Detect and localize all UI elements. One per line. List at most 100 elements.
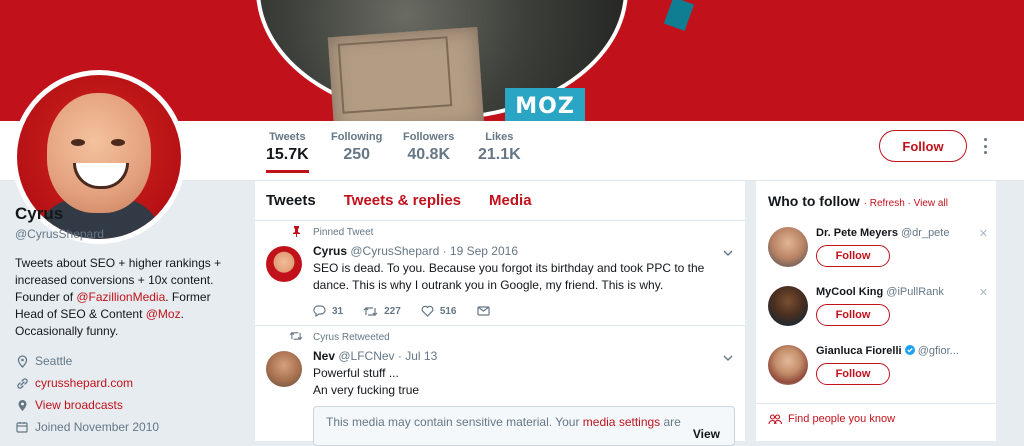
website-link[interactable]: cyrusshepard.com xyxy=(35,376,133,390)
link-icon xyxy=(15,376,29,390)
banner-lanyard xyxy=(663,0,695,31)
suggestion-follow-button[interactable]: Follow xyxy=(816,304,890,326)
profile-card: Cyrus @CyrusShepard Tweets about SEO + h… xyxy=(15,200,240,434)
tweet-date[interactable]: · Jul 13 xyxy=(398,349,437,363)
suggestion-follow-button[interactable]: Follow xyxy=(816,245,890,267)
tweet-header: Cyrus @CyrusShepard · 19 Sep 2016 xyxy=(313,244,518,258)
profile-location: Seattle xyxy=(15,354,240,368)
stat-likes[interactable]: Likes 21.1K xyxy=(478,131,521,164)
stat-label: Likes xyxy=(485,131,514,143)
like-button[interactable]: 516 xyxy=(421,305,457,317)
suggestion-follow-button[interactable]: Follow xyxy=(816,363,890,385)
stat-value: 40.8K xyxy=(407,146,451,163)
reply-icon xyxy=(313,305,326,317)
tweet-text: SEO is dead. To you. Because you forgot … xyxy=(313,261,705,292)
follow-button[interactable]: Follow xyxy=(879,130,967,162)
chevron-down-icon[interactable] xyxy=(723,352,733,364)
profile-bio: Tweets about SEO + higher rankings + inc… xyxy=(15,255,240,340)
chevron-down-icon[interactable] xyxy=(723,247,733,259)
suggestion-name[interactable]: MyCool King @iPullRank xyxy=(816,286,944,298)
stat-label: Following xyxy=(331,131,383,143)
tweet-author-handle[interactable]: @LFCNev xyxy=(338,349,394,363)
find-people-text: Find people you know xyxy=(788,413,896,425)
profile-handle[interactable]: @CyrusShepard xyxy=(15,227,240,241)
more-options-icon[interactable] xyxy=(982,138,988,154)
heart-icon xyxy=(421,305,434,317)
tweet-avatar[interactable] xyxy=(266,351,302,387)
tweet-date[interactable]: · 19 Sep 2016 xyxy=(443,244,518,258)
location-pin-icon xyxy=(15,354,29,368)
sensitive-text: This media may contain sensitive materia… xyxy=(326,415,583,429)
suggestion-avatar[interactable] xyxy=(768,286,808,326)
media-settings-link[interactable]: media settings xyxy=(583,415,660,429)
stat-value: 250 xyxy=(343,146,371,163)
dismiss-icon[interactable]: ✕ xyxy=(979,227,988,240)
sensitive-text: are xyxy=(660,415,681,429)
retweet-icon xyxy=(363,306,378,316)
tab-tweets-replies[interactable]: Tweets & replies xyxy=(344,192,461,209)
direct-message-button[interactable] xyxy=(476,305,496,317)
suggestion-name[interactable]: Dr. Pete Meyers @dr_pete xyxy=(816,227,949,239)
profile-name[interactable]: Cyrus xyxy=(15,204,240,224)
calendar-icon xyxy=(15,420,29,434)
reply-count: 31 xyxy=(332,305,344,317)
timeline-tabs: Tweets Tweets & replies Media xyxy=(255,181,745,221)
envelope-icon xyxy=(476,306,490,316)
tweet-pinned[interactable]: Pinned Tweet Cyrus @CyrusShepard · 19 Se… xyxy=(255,221,745,326)
stat-tweets[interactable]: Tweets 15.7K xyxy=(266,131,309,173)
dismiss-icon[interactable]: ✕ xyxy=(979,286,988,299)
suggestion-avatar[interactable] xyxy=(768,345,808,385)
profile-broadcasts: View broadcasts xyxy=(15,398,240,412)
avatar[interactable] xyxy=(12,70,186,244)
stat-value: 21.1K xyxy=(478,146,521,163)
tweet-author-name[interactable]: Nev xyxy=(313,349,335,363)
tweet-text-line: An very fucking true xyxy=(313,383,420,397)
divider xyxy=(756,403,996,404)
tweet-author-name[interactable]: Cyrus xyxy=(313,244,347,258)
who-to-follow-title: Who to follow · Refresh · View all xyxy=(768,193,984,209)
retweet-icon xyxy=(289,331,303,344)
tweet-header: Nev @LFCNev · Jul 13 xyxy=(313,349,437,363)
stat-label: Tweets xyxy=(269,131,306,143)
location-text: Seattle xyxy=(35,354,73,368)
people-icon xyxy=(768,413,782,424)
retweet-button[interactable]: 227 xyxy=(363,305,401,317)
profile-website: cyrusshepard.com xyxy=(15,376,240,390)
sensitive-media-notice: This media may contain sensitive materia… xyxy=(313,406,735,446)
profile-joined: Joined November 2010 xyxy=(15,420,240,434)
who-to-follow: Who to follow · Refresh · View all Dr. P… xyxy=(756,181,996,441)
stat-following[interactable]: Following 250 xyxy=(331,131,382,164)
find-people-link[interactable]: Find people you know xyxy=(768,413,895,425)
pin-icon xyxy=(292,226,301,240)
broadcast-pin-icon xyxy=(15,398,29,412)
like-count: 516 xyxy=(439,305,457,317)
tweet-context: Pinned Tweet xyxy=(313,227,374,238)
tweet-avatar[interactable] xyxy=(266,246,302,282)
bio-link-moz[interactable]: @Moz xyxy=(146,307,181,321)
tweet-context: Cyrus Retweeted xyxy=(313,332,390,343)
who-to-follow-heading: Who to follow xyxy=(768,193,860,209)
suggestion-avatar[interactable] xyxy=(768,227,808,267)
refresh-link[interactable]: · Refresh xyxy=(864,198,905,209)
moz-logo: MOZ xyxy=(505,88,585,121)
retweet-count: 227 xyxy=(384,305,401,317)
tweet-retweeted[interactable]: Cyrus Retweeted Nev @LFCNev · Jul 13 Pow… xyxy=(255,326,745,446)
timeline: Tweets Tweets & replies Media Pinned Twe… xyxy=(255,181,745,446)
suggestion-name[interactable]: Gianluca Fiorelli @gfior... xyxy=(816,345,959,357)
tweet-actions: 31 227 516 xyxy=(313,305,516,317)
view-all-link[interactable]: · View all xyxy=(908,198,948,209)
reply-button[interactable]: 31 xyxy=(313,305,343,317)
stat-label: Followers xyxy=(403,131,455,143)
stat-value: 15.7K xyxy=(266,146,309,163)
banner-photo-card-frame xyxy=(337,36,453,114)
tweet-text-line: Powerful stuff ... xyxy=(313,366,399,380)
tab-media[interactable]: Media xyxy=(489,192,532,209)
tab-tweets[interactable]: Tweets xyxy=(266,192,316,209)
stat-followers[interactable]: Followers 40.8K xyxy=(403,131,454,164)
tweet-text: Powerful stuff ... An very fucking true xyxy=(313,365,713,399)
joined-text: Joined November 2010 xyxy=(35,420,160,434)
verified-badge-icon xyxy=(904,345,915,355)
view-broadcasts-link[interactable]: View broadcasts xyxy=(35,398,123,412)
bio-link-fazillion[interactable]: @FazillionMedia xyxy=(76,290,165,304)
tweet-author-handle[interactable]: @CyrusShepard xyxy=(350,244,439,258)
